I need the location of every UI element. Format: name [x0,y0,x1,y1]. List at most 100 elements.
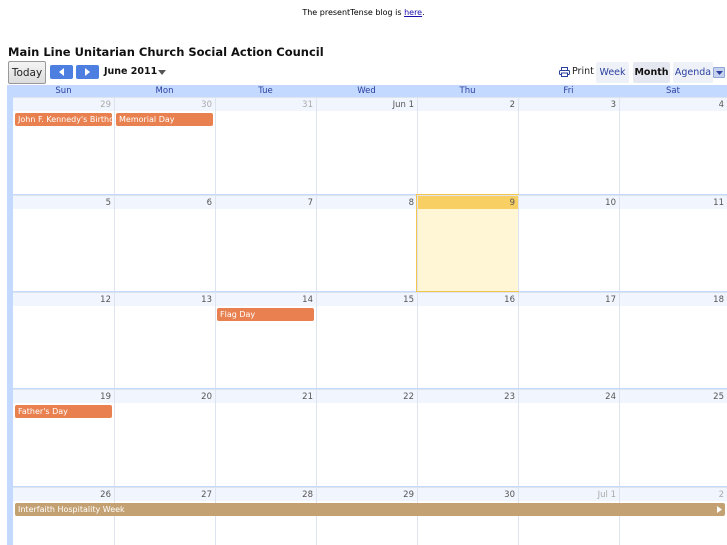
event-chip[interactable]: Memorial Day [116,113,213,126]
day-number[interactable]: 29 [317,487,417,501]
day-number[interactable]: 19 [13,389,114,403]
day-cell[interactable]: 11 [619,195,727,291]
day-cell[interactable]: 26 [13,487,114,545]
day-number[interactable]: 7 [216,195,316,209]
day-cell[interactable]: 6 [114,195,215,291]
day-cell[interactable]: 23 [417,389,518,486]
day-number[interactable]: 29 [13,97,114,111]
day-number[interactable]: 4 [620,97,727,111]
day-number[interactable]: 23 [418,389,518,403]
day-cell[interactable]: 8 [316,195,417,291]
tab-week[interactable]: Week [596,62,629,83]
month-grid: Sun Mon Tue Wed Thu Fri Sat 29 30 31 Jun 1 2 3 4 John… [7,85,727,545]
day-cell[interactable]: 14 [215,292,316,388]
day-cell[interactable]: 18 [619,292,727,388]
event-chip[interactable]: John F. Kennedy's Birthday [15,113,112,126]
day-number[interactable]: Jul 1 [519,487,619,501]
day-cell[interactable]: 2 [417,97,518,194]
day-number[interactable]: 2 [418,97,518,111]
day-number[interactable]: 12 [13,292,114,306]
day-number[interactable]: 9 [418,195,518,209]
day-cell[interactable]: 12 [13,292,114,388]
day-number[interactable]: 15 [317,292,417,306]
day-number[interactable]: 30 [418,487,518,501]
week-row: 5 6 7 8 9 10 11 [13,194,727,292]
event-chip[interactable]: Interfaith Hospitality Week [15,503,725,516]
day-cell[interactable]: 28 [215,487,316,545]
day-of-week-sun: Sun [55,86,72,96]
print-button[interactable]: Print [559,66,594,77]
day-number[interactable]: 10 [519,195,619,209]
day-number[interactable]: 2 [620,487,727,501]
day-number[interactable]: 18 [620,292,727,306]
day-number[interactable]: 13 [115,292,215,306]
blog-notice: The presentTense blog is here. [0,8,727,17]
tab-agenda[interactable]: Agenda [673,62,713,83]
day-number[interactable]: 16 [418,292,518,306]
day-cell[interactable]: 19 [13,389,114,486]
chevron-down-icon [715,70,723,75]
day-cell[interactable]: 10 [518,195,619,291]
day-cell[interactable]: 24 [518,389,619,486]
day-number[interactable]: 31 [216,97,316,111]
day-cell[interactable]: Jul 1 [518,487,619,545]
day-cell-today[interactable]: 9 [416,194,519,292]
day-cell[interactable]: 2 [619,487,727,545]
day-number[interactable]: 27 [115,487,215,501]
week-row: 12 13 14 15 16 17 18 Flag Day [13,292,727,388]
day-number[interactable]: 28 [216,487,316,501]
next-month-button[interactable] [76,65,99,79]
day-cell[interactable]: 16 [417,292,518,388]
blog-notice-period: . [422,8,425,17]
day-cell[interactable]: 20 [114,389,215,486]
day-cell[interactable]: 30 [114,97,215,194]
day-number[interactable]: 21 [216,389,316,403]
day-number[interactable]: 25 [620,389,727,403]
day-number[interactable]: 17 [519,292,619,306]
day-cell[interactable]: 25 [619,389,727,486]
day-number[interactable]: 8 [317,195,417,209]
day-cell[interactable]: 29 [13,97,114,194]
printer-icon [559,66,570,77]
prev-month-button[interactable] [50,65,73,79]
day-cell[interactable]: 7 [215,195,316,291]
day-number[interactable]: 11 [620,195,727,209]
day-number[interactable]: 22 [317,389,417,403]
day-cell[interactable]: 30 [417,487,518,545]
event-title: Flag Day [220,310,256,319]
day-of-week-thu: Thu [459,86,476,96]
view-menu-dropdown[interactable] [713,67,725,78]
day-number[interactable]: 5 [13,195,114,209]
day-number[interactable]: Jun 1 [317,97,417,111]
day-cell[interactable]: 3 [518,97,619,194]
day-cell[interactable]: 15 [316,292,417,388]
day-number[interactable]: 26 [13,487,114,501]
day-cell[interactable]: Jun 1 [316,97,417,194]
day-cell[interactable]: 4 [619,97,727,194]
event-chip[interactable]: Flag Day [217,308,314,321]
current-month-label[interactable]: June 2011 [104,66,157,77]
day-cell[interactable]: 21 [215,389,316,486]
day-cell[interactable]: 17 [518,292,619,388]
day-of-week-fri: Fri [563,86,574,96]
day-number[interactable]: 20 [115,389,215,403]
tab-month[interactable]: Month [633,62,670,83]
day-number[interactable]: 14 [216,292,316,306]
event-title: Memorial Day [119,115,175,124]
event-chip[interactable]: Father's Day [15,405,112,418]
chevron-left-icon [59,68,64,76]
day-cell[interactable]: 31 [215,97,316,194]
today-button[interactable]: Today [8,61,46,84]
blog-link[interactable]: here [404,8,422,17]
day-number[interactable]: 24 [519,389,619,403]
day-number[interactable]: 30 [115,97,215,111]
day-of-week-wed: Wed [357,86,376,96]
day-cell[interactable]: 22 [316,389,417,486]
day-cell[interactable]: 27 [114,487,215,545]
day-cell[interactable]: 5 [13,195,114,291]
day-number[interactable]: 6 [115,195,215,209]
day-number[interactable]: 3 [519,97,619,111]
chevron-down-icon[interactable] [158,70,166,75]
day-cell[interactable]: 29 [316,487,417,545]
day-cell[interactable]: 13 [114,292,215,388]
